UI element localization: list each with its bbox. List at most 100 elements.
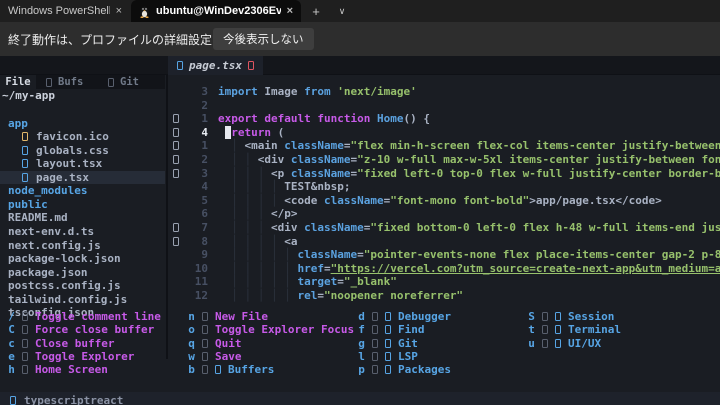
- whichkey-item-home-screen: h Home Screen: [8, 363, 108, 376]
- code-segment: =: [323, 261, 331, 275]
- code-segment: from: [304, 85, 338, 98]
- code-segment: <p: [270, 166, 291, 180]
- code-segment: (: [271, 125, 285, 139]
- code-line[interactable]: 4 return (: [168, 125, 720, 140]
- code-segment: className: [323, 193, 384, 207]
- code-segment: <a: [284, 234, 298, 248]
- line-number: 9: [201, 248, 208, 262]
- whichkey-item-close-buffer: c Close buffer: [8, 337, 114, 350]
- explorer-item-page.tsx[interactable]: page.tsx: [0, 170, 165, 185]
- code-segment: "fixed left-0 top-0 flex w-full justify-…: [357, 166, 720, 180]
- code-line[interactable]: 6 │ │ │ </p>: [168, 207, 720, 221]
- explorer-tab-label: Bufs: [58, 76, 84, 88]
- line-number: 8: [201, 234, 208, 248]
- whichkey-key: b: [188, 363, 195, 377]
- group-folder-icon: [215, 365, 221, 375]
- terminal-titlebar: Windows PowerShell × ubuntu@WinDev2306Ev…: [0, 0, 720, 22]
- whichkey-key: /: [8, 310, 15, 324]
- code-segment: className: [290, 153, 351, 166]
- sign-icon: [173, 236, 179, 246]
- line-number: 4: [201, 125, 208, 139]
- group-folder-icon: [385, 325, 391, 335]
- windows-terminal-window: Windows PowerShell × ubuntu@WinDev2306Ev…: [0, 0, 720, 405]
- buffer-tab-page-tsx[interactable]: page.tsx: [168, 56, 263, 75]
- code-segment: href: [297, 261, 324, 275]
- code-text: │ │ │ </p>: [218, 207, 297, 221]
- explorer-item-next-env.d.ts[interactable]: next-env.d.ts: [0, 225, 165, 239]
- whichkey-label: Toggle Explorer Focus: [215, 323, 355, 337]
- buffer-close-icon[interactable]: [247, 61, 254, 70]
- code-segment: "font-mono font-bold": [390, 193, 530, 207]
- linux-penguin-icon: [140, 6, 149, 18]
- explorer-item-tailwind.config.js[interactable]: tailwind.config.js: [0, 293, 165, 307]
- explorer-tab-git[interactable]: Git: [108, 75, 139, 89]
- code-line[interactable]: 3 import Image from 'next/image': [168, 85, 720, 99]
- terminal-tab-ubuntu[interactable]: ubuntu@WinDev2306Eval: ~/ı ×: [131, 0, 301, 22]
- explorer-tab-file[interactable]: File: [0, 75, 36, 89]
- explorer-item-postcss.config.js[interactable]: postcss.config.js: [0, 279, 165, 293]
- line-number: 11: [194, 275, 208, 289]
- whichkey-item-packages: p Packages: [358, 363, 451, 376]
- bufferline: page.tsx: [0, 56, 720, 75]
- new-tab-button[interactable]: +: [304, 0, 328, 22]
- separator-icon: [542, 325, 548, 335]
- code-line[interactable]: 1 export default function Home() {: [168, 112, 720, 126]
- line-number: 3: [201, 166, 208, 180]
- code-line[interactable]: 9 │ │ │ │ │ className="pointer-events-no…: [168, 248, 720, 262]
- code-line[interactable]: 4 │ │ │ │ TEST&nbsp;: [168, 180, 720, 194]
- group-folder-icon: [385, 312, 391, 322]
- close-tab-icon[interactable]: ×: [287, 5, 293, 17]
- whichkey-key: f: [358, 323, 365, 337]
- explorer-item-favicon.ico[interactable]: favicon.ico: [0, 130, 165, 144]
- whichkey-label: Save: [215, 350, 242, 364]
- sign-icon: [173, 155, 179, 164]
- line-number: 4: [201, 180, 208, 194]
- terminal-tab-powershell[interactable]: Windows PowerShell ×: [0, 0, 130, 22]
- explorer-item-README.md[interactable]: README.md: [0, 211, 165, 225]
- code-line[interactable]: 8 │ │ │ │ <a: [168, 235, 720, 249]
- explorer-item-app[interactable]: app: [0, 117, 165, 131]
- dismiss-notification-button[interactable]: 今後表示しない: [213, 28, 314, 50]
- code-text: │ │ │ │ │ className="pointer-events-none…: [218, 248, 720, 262]
- whichkey-label: Toggle Explorer: [35, 350, 135, 364]
- whichkey-item-git: g Git: [358, 337, 418, 350]
- indent-guide: │ │ │ │ │: [218, 289, 298, 302]
- code-line[interactable]: 2 │ │ <div className="z-10 w-full max-w-…: [168, 153, 720, 167]
- close-tab-icon[interactable]: ×: [116, 5, 122, 17]
- code-text: │ │ │ <p className="fixed left-0 top-0 f…: [218, 167, 720, 181]
- code-line[interactable]: 5 │ │ │ │ <code className="font-mono fon…: [168, 194, 720, 208]
- explorer-item-package-lock.json[interactable]: package-lock.json: [0, 252, 165, 266]
- code-line[interactable]: 1 │ <main className="flex min-h-screen f…: [168, 139, 720, 153]
- separator-icon: [202, 352, 208, 362]
- group-folder-icon: [385, 352, 391, 362]
- tab-dropdown-button[interactable]: ∨: [330, 0, 354, 22]
- whichkey-key: q: [188, 336, 195, 350]
- explorer-item-public[interactable]: public: [0, 198, 165, 212]
- explorer-item-package.json[interactable]: package.json: [0, 266, 165, 280]
- code-segment: TEST&nbsp;: [284, 180, 351, 194]
- code-line[interactable]: 2: [168, 99, 720, 113]
- whichkey-label: Git: [398, 336, 418, 350]
- whichkey-key: w: [188, 350, 195, 364]
- separator-icon: [372, 352, 378, 362]
- whichkey-key: h: [8, 363, 15, 377]
- code-segment: className: [304, 221, 364, 234]
- line-number: 6: [201, 207, 208, 221]
- code-line[interactable]: 10 │ │ │ │ │ href="https://vercel.com?ut…: [168, 262, 720, 276]
- explorer-item-next.config.js[interactable]: next.config.js: [0, 239, 165, 253]
- code-line[interactable]: 11 │ │ │ │ │ target="_blank": [168, 275, 720, 289]
- whichkey-key: l: [358, 350, 365, 364]
- code-segment: <div: [270, 221, 305, 234]
- whichkey-item-new-file: n New File: [188, 310, 268, 323]
- code-line[interactable]: 12 │ │ │ │ │ rel="noopener noreferrer": [168, 289, 720, 303]
- explorer-item-layout.tsx[interactable]: layout.tsx: [0, 157, 165, 171]
- code-segment: =: [357, 248, 364, 262]
- code-line[interactable]: 3 │ │ │ <p className="fixed left-0 top-0…: [168, 167, 720, 181]
- explorer-tab-bufs[interactable]: Bufs: [46, 75, 83, 89]
- code-text: return (: [218, 125, 285, 140]
- code-text: import Image from 'next/image': [218, 85, 417, 99]
- explorer-item-node_modules[interactable]: node_modules: [0, 184, 165, 198]
- explorer-item-globals.css[interactable]: globals.css: [0, 144, 165, 158]
- code-line[interactable]: 7 │ │ │ <div className="fixed bottom-0 l…: [168, 221, 720, 235]
- indent-guide: │ │ │ │: [218, 193, 285, 207]
